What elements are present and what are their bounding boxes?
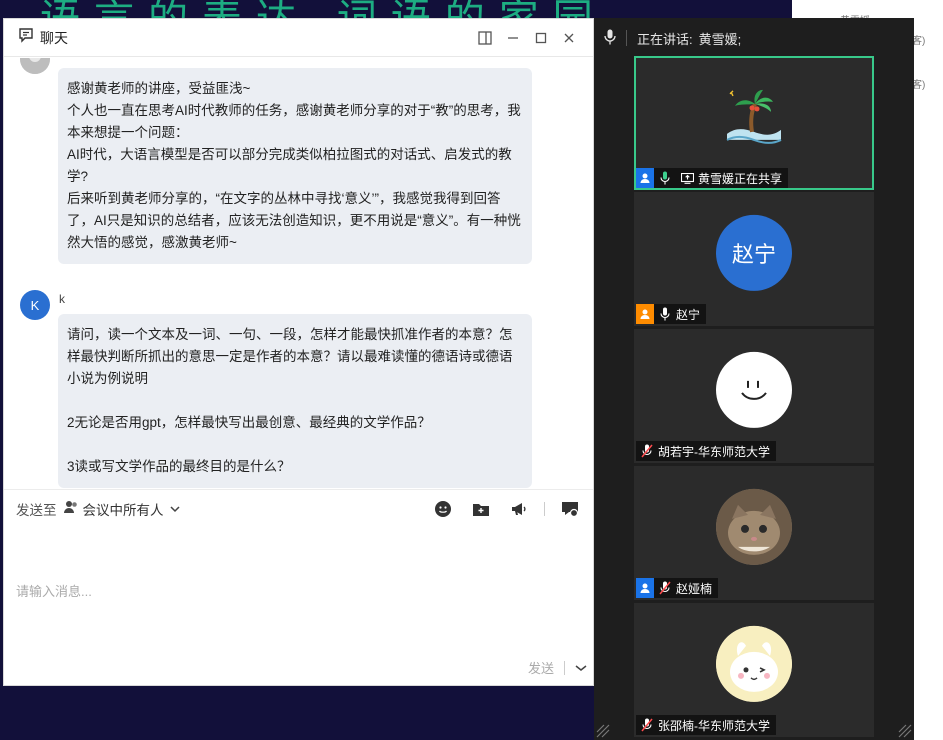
- people-icon: [63, 500, 79, 517]
- tile-label: 赵娅楠: [636, 578, 719, 598]
- send-to-label: 发送至: [16, 502, 57, 518]
- send-options-chevron-icon[interactable]: [575, 660, 587, 675]
- video-tile[interactable]: 赵宁 赵宁: [634, 192, 874, 326]
- participant-name: 张邵楠-华东师范大学: [658, 718, 770, 733]
- message-text: 3读或写文学作品的最终目的是什么？: [67, 459, 291, 474]
- microphone-icon: [657, 304, 673, 324]
- microphone-muted-icon: [639, 715, 655, 735]
- participant-name: 赵宁: [676, 307, 701, 322]
- chat-titlebar: 聊天: [4, 19, 593, 57]
- recipient-name: 会议中所有人: [82, 502, 164, 518]
- video-tile[interactable]: 赵娅楠: [634, 466, 874, 600]
- participant-name: 赵娅楠: [676, 581, 713, 596]
- participant-name: 黄雪媛正在共享: [698, 171, 783, 186]
- message-text: [67, 434, 523, 456]
- announcement-icon[interactable]: [506, 496, 532, 522]
- video-tile[interactable]: 张邵楠-华东师范大学: [634, 603, 874, 737]
- message-text: 感谢黄老师的讲座，受益匪浅~: [67, 81, 251, 96]
- participant-name: 胡若宇-华东师范大学: [658, 444, 770, 459]
- message-text: 个人也一直在思考AI时代教师的任务，感谢黄老师分享的对于“教”的思考，我本来想提…: [67, 103, 521, 140]
- microphone-active-icon: [657, 168, 673, 188]
- tile-label: 黄雪媛正在共享: [636, 168, 789, 188]
- recipient-selector[interactable]: 会议中所有人: [63, 499, 180, 519]
- avatar: [716, 488, 792, 565]
- message-text: 请问，读一个文本及一词、一句、一段，怎样才能最快抓准作者的本意？怎样最快判断所抓…: [67, 327, 513, 386]
- emoji-icon[interactable]: [430, 496, 456, 522]
- message-text: 后来听到黄老师分享的，“在文字的丛林中寻找‘意义’”，我感觉我得到回答了，AI只…: [67, 191, 521, 250]
- microphone-icon: [604, 29, 616, 48]
- send-controls: 发送: [528, 658, 587, 677]
- video-panel: 正在讲话: 黄雪媛; 黄雪媛正在共享 赵宁 赵宁 胡若宇-华东师范大学 赵娅楠 …: [594, 18, 914, 740]
- resize-handle-icon[interactable]: [596, 724, 610, 738]
- file-icon[interactable]: [468, 496, 494, 522]
- cohost-role-icon: [636, 304, 654, 324]
- minimize-icon[interactable]: [499, 24, 527, 52]
- speaking-name: 黄雪媛;: [698, 31, 742, 47]
- avatar: 赵宁: [716, 214, 792, 291]
- message-text: [67, 390, 523, 412]
- chat-icon: [18, 27, 34, 48]
- resize-handle-icon[interactable]: [898, 724, 912, 738]
- avatar: K: [20, 290, 50, 320]
- tile-label: 胡若宇-华东师范大学: [636, 441, 776, 461]
- avatar: [716, 79, 792, 155]
- microphone-muted-icon: [639, 441, 655, 461]
- maximize-icon[interactable]: [527, 24, 555, 52]
- divider: [626, 30, 627, 46]
- video-tile[interactable]: 胡若宇-华东师范大学: [634, 329, 874, 463]
- video-tile[interactable]: 黄雪媛正在共享: [634, 56, 874, 190]
- avatar: [716, 351, 792, 428]
- sender-name: k: [59, 292, 65, 306]
- message-input[interactable]: [16, 531, 576, 651]
- divider: [564, 660, 565, 675]
- split-view-icon[interactable]: [471, 24, 499, 52]
- chat-window: 聊天 感谢黄老师的讲座，受益匪浅~ 个人也一直在思考AI时代教师的任务，感谢黄老…: [3, 18, 594, 686]
- divider: [544, 501, 545, 516]
- speaking-label: 正在讲话:: [637, 31, 693, 47]
- composer-toolbar: 发送至 会议中所有人: [4, 489, 593, 527]
- message-text: 2无论是否用gpt，怎样最快写出最创意、最经典的文学作品？: [67, 415, 431, 430]
- host-role-icon: [636, 168, 654, 188]
- microphone-muted-icon: [657, 578, 673, 598]
- speaking-indicator-bar: 正在讲话: 黄雪媛;: [594, 18, 914, 58]
- avatar: [716, 625, 792, 702]
- host-role-icon: [636, 578, 654, 598]
- tile-label: 赵宁: [636, 304, 707, 324]
- message-bubble: 请问，读一个文本及一词、一句、一段，怎样才能最快抓准作者的本意？怎样最快判断所抓…: [58, 314, 532, 488]
- chevron-down-icon: [169, 501, 180, 516]
- avatar: [20, 58, 50, 74]
- message-text: AI时代，大语言模型是否可以部分完成类似柏拉图式的对话式、启发式的教学?: [67, 147, 512, 184]
- screen-share-icon: [679, 168, 695, 188]
- chat-title: 聊天: [40, 29, 68, 46]
- message-bubble: 感谢黄老师的讲座，受益匪浅~ 个人也一直在思考AI时代教师的任务，感谢黄老师分享…: [58, 68, 532, 264]
- tile-label: 张邵楠-华东师范大学: [636, 715, 776, 735]
- send-button[interactable]: 发送: [528, 658, 554, 677]
- chat-settings-icon[interactable]: [557, 496, 583, 522]
- message-list[interactable]: 感谢黄老师的讲座，受益匪浅~ 个人也一直在思考AI时代教师的任务，感谢黄老师分享…: [4, 58, 593, 488]
- close-icon[interactable]: [555, 24, 583, 52]
